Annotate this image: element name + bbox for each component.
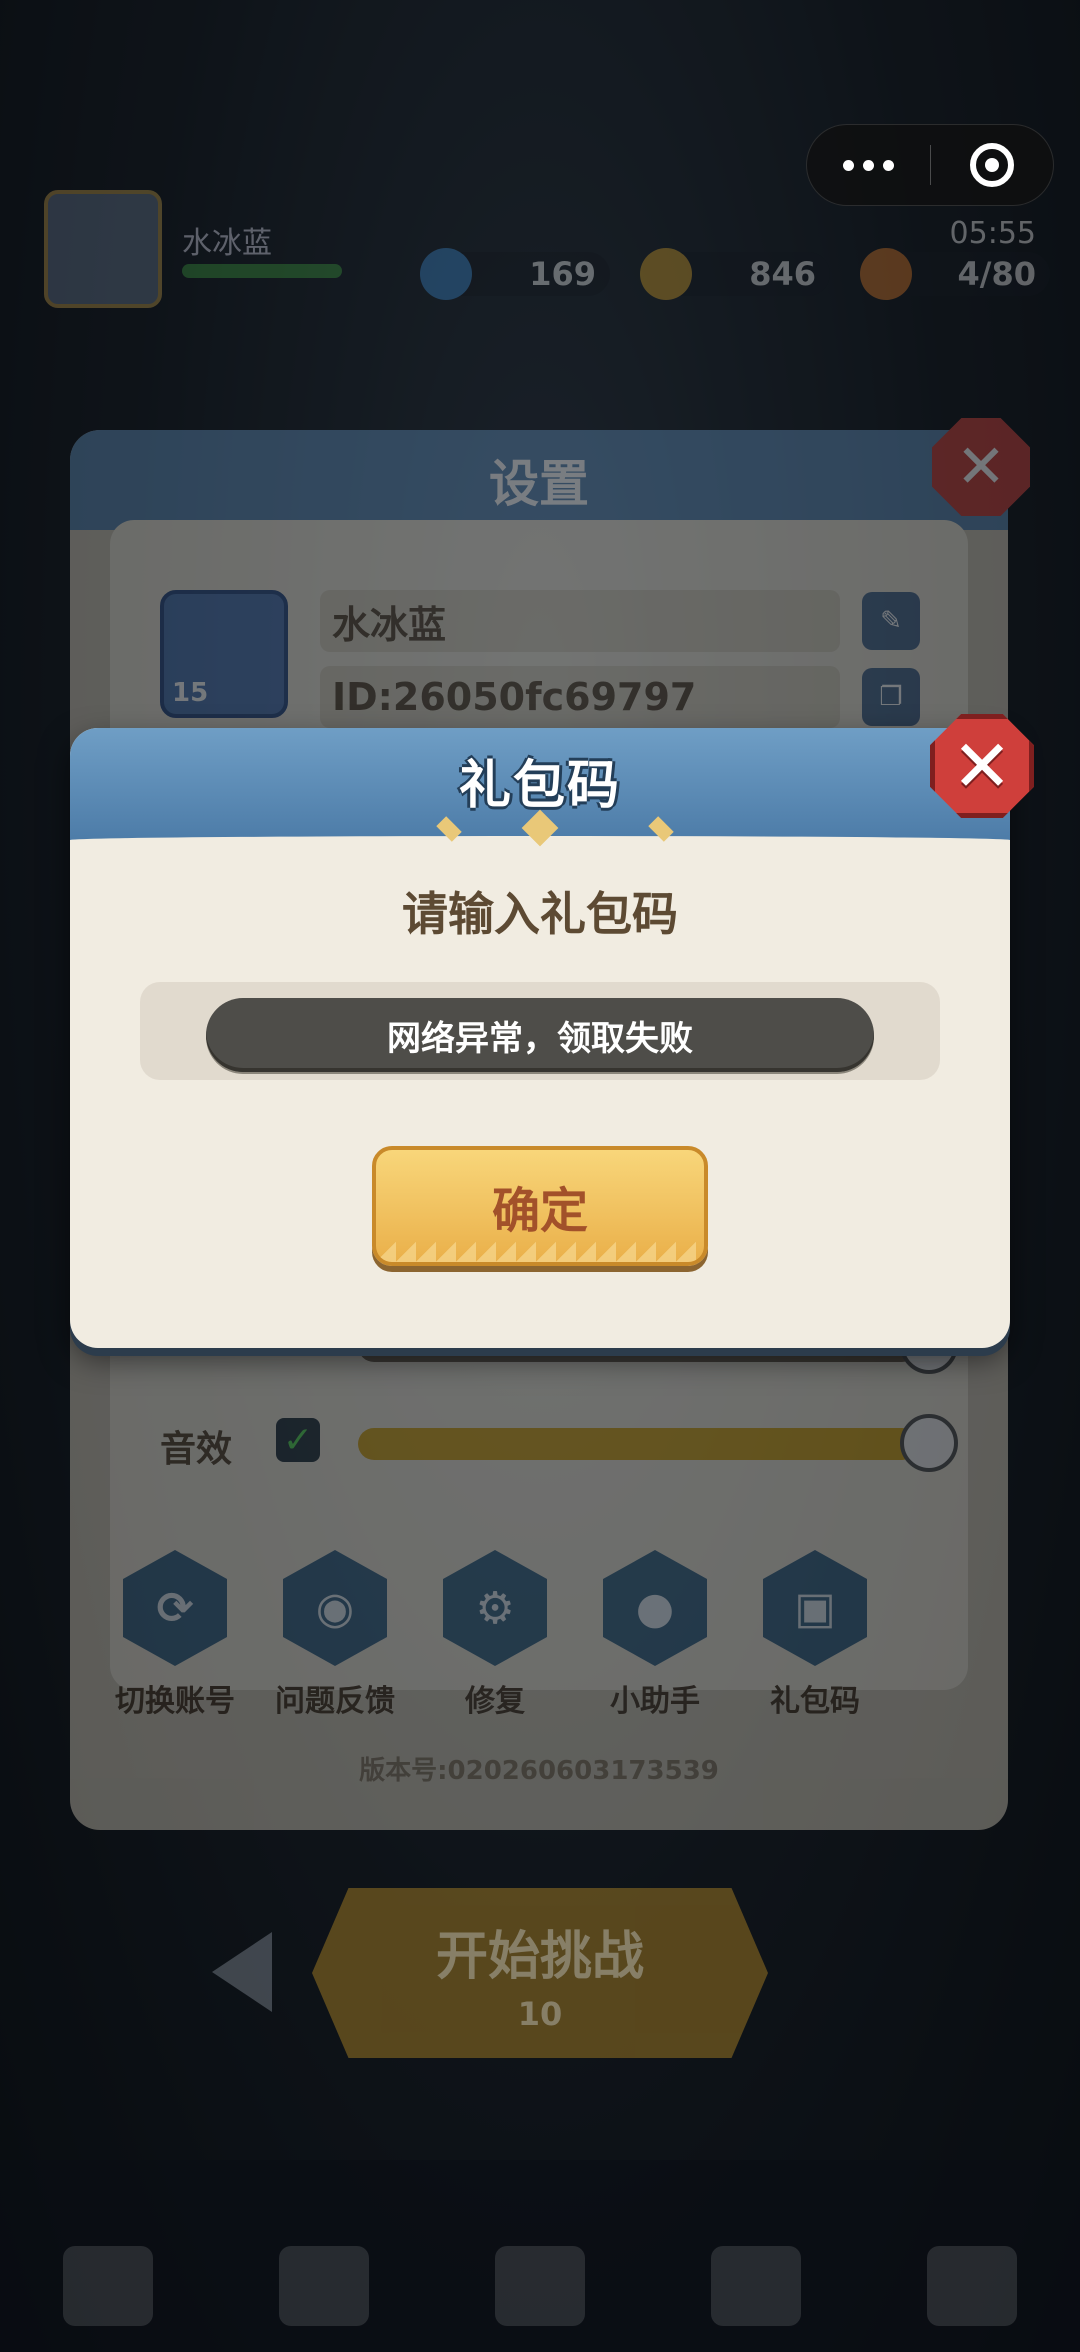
hud-gems-value: 169 — [529, 255, 596, 293]
crown-icon — [495, 2246, 585, 2326]
settings-close-button: ✕ — [932, 418, 1030, 516]
repair-button: ⚙ 修复 — [420, 1550, 570, 1720]
coin-icon — [640, 248, 692, 300]
nav-item-1 — [28, 2246, 188, 2334]
copy-id-icon: ❐ — [862, 668, 920, 726]
stamina-icon — [860, 248, 912, 300]
error-toast: 网络异常，领取失败 — [206, 998, 874, 1072]
hud-avatar — [44, 190, 162, 308]
assistant-button: ● 小助手 — [580, 1550, 730, 1720]
profile-level: 15 — [172, 678, 209, 708]
sound-effect-label: 音效 — [160, 1429, 233, 1470]
settings-header: 设置 — [70, 430, 1008, 530]
gift-code-label: 礼包码 — [770, 1684, 860, 1719]
gift-code-button: ▣ 礼包码 — [740, 1550, 890, 1720]
gift-code-prompt: 请输入礼包码 — [402, 887, 678, 941]
miniprogram-capsule[interactable] — [806, 124, 1054, 206]
confirm-label: 确定 — [491, 1183, 588, 1239]
sound-effect-knob — [900, 1414, 958, 1472]
close-miniprogram-button[interactable] — [930, 143, 1053, 187]
start-challenge-cost: 10 — [517, 1994, 563, 2033]
repair-label: 修复 — [465, 1684, 525, 1719]
switch-account-icon: ⟳ — [123, 1550, 227, 1666]
gem-icon — [420, 248, 472, 300]
hud-stamina-value: 4/80 — [957, 255, 1036, 293]
start-challenge-label: 开始挑战 — [435, 1926, 644, 1987]
close-icon: ✕ — [951, 724, 1013, 808]
nav-item-4 — [676, 2246, 836, 2334]
hud-coins: 846 — [640, 248, 830, 300]
hud-coins-value: 846 — [749, 255, 816, 293]
hero-icon — [279, 2246, 369, 2326]
feedback-icon: ◉ — [283, 1550, 387, 1666]
gift-box-icon: ▣ — [763, 1550, 867, 1666]
hud-stamina: 4/80 — [860, 248, 1050, 300]
guild-icon — [927, 2246, 1017, 2326]
switch-account-button: ⟳ 切换账号 — [100, 1550, 250, 1720]
nav-item-2 — [244, 2246, 404, 2334]
hud-player-name: 水冰蓝 — [182, 226, 272, 261]
wechat-assistant-icon: ● — [603, 1550, 707, 1666]
gift-code-dialog: 礼包码 ✕ 请输入礼包码 网络异常，领取失败 确定 — [70, 714, 1034, 1348]
nav-item-3 — [460, 2246, 620, 2334]
left-arrow-icon — [212, 1932, 272, 2012]
profile-avatar: 15 — [160, 590, 288, 718]
sound-effect-slider — [358, 1428, 918, 1460]
more-options-icon[interactable] — [807, 159, 930, 171]
header-ornament — [490, 809, 590, 847]
start-challenge-button: 开始挑战 10 — [312, 1888, 768, 2058]
feedback-button: ◉ 问题反馈 — [260, 1550, 410, 1720]
shop-icon — [63, 2246, 153, 2326]
nav-item-5 — [892, 2246, 1052, 2334]
profile-name: 水冰蓝 — [320, 590, 840, 652]
profile-id: ID:26050fc69797 — [320, 666, 840, 728]
feedback-label: 问题反馈 — [275, 1684, 395, 1719]
target-icon — [969, 143, 1014, 187]
settings-title: 设置 — [489, 455, 589, 513]
assistant-label: 小助手 — [610, 1684, 700, 1719]
repair-gear-icon: ⚙ — [443, 1550, 547, 1666]
switch-account-label: 切换账号 — [115, 1684, 235, 1719]
bottom-nav — [0, 2160, 1080, 2352]
sound-effect-checkbox: ✓ — [276, 1418, 320, 1462]
hud-gems: 169 — [420, 248, 610, 300]
edit-name-icon: ✎ — [862, 592, 920, 650]
hud-timer: 05:55 — [949, 216, 1036, 251]
dialog-title: 礼包码 — [458, 755, 621, 816]
castle-icon — [711, 2246, 801, 2326]
hud-exp-bar — [182, 264, 342, 278]
confirm-button[interactable]: 确定 — [372, 1146, 708, 1266]
version-text: 版本号:020260603173539 — [359, 1756, 719, 1786]
